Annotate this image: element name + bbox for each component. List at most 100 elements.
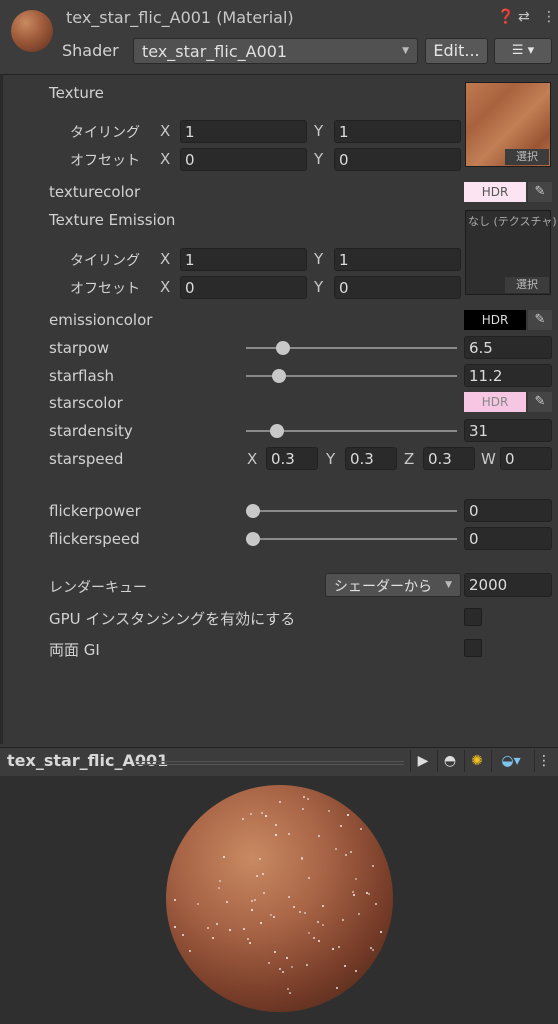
flickerpower-slider-track[interactable] <box>246 510 457 512</box>
sparkle <box>274 951 277 954</box>
sparkle <box>242 928 245 931</box>
tiling-y-axis: Y <box>314 122 324 140</box>
starpow-field[interactable]: 6.5 <box>464 336 552 359</box>
sparkle <box>260 811 263 814</box>
sparkle <box>342 919 345 922</box>
sparkle <box>368 892 371 895</box>
sparkle <box>251 900 254 903</box>
texturecolor-label: texturecolor <box>49 183 141 201</box>
emission-offset-y-field[interactable]: 0 <box>334 276 461 299</box>
sparkle <box>371 865 374 868</box>
shader-dropdown[interactable]: tex_star_flic_A001 ▼ <box>133 38 418 64</box>
eyedropper-icon[interactable]: ✎ <box>528 310 552 330</box>
starscolor-swatch[interactable]: HDR <box>464 392 526 412</box>
starspeed-w-axis: W <box>481 450 496 468</box>
scrollbar[interactable] <box>0 74 3 744</box>
skybox-sphere-icon[interactable]: ◒▾ <box>491 750 530 772</box>
flickerpower-label: flickerpower <box>49 502 141 520</box>
edit-shader-button[interactable]: Edit... <box>425 38 488 64</box>
double-sided-gi-checkbox[interactable] <box>464 639 482 657</box>
stardensity-field[interactable]: 31 <box>464 419 552 442</box>
sparkle <box>268 962 271 965</box>
sparkle <box>347 813 350 816</box>
starspeed-x-field[interactable]: 0.3 <box>266 447 318 470</box>
sparkle <box>354 969 357 972</box>
sparkle <box>226 900 229 903</box>
stardensity-slider-knob[interactable] <box>269 424 284 438</box>
starflash-slider-knob[interactable] <box>271 369 286 383</box>
kebab-icon[interactable]: ⋮ <box>534 750 553 772</box>
starscolor-label: starscolor <box>49 394 123 412</box>
sparkle <box>317 920 320 923</box>
list-menu-icon[interactable]: ☰ ▾ <box>494 38 552 64</box>
starspeed-w-field[interactable]: 0 <box>500 447 552 470</box>
emission-offset-x-field[interactable]: 0 <box>180 276 307 299</box>
starflash-label: starflash <box>49 367 115 385</box>
preview-drag-handle[interactable] <box>134 759 404 765</box>
starspeed-y-field[interactable]: 0.3 <box>345 447 397 470</box>
gpu-instancing-checkbox[interactable] <box>464 608 482 626</box>
sparkle <box>272 915 275 918</box>
emission-tiling-label: タイリング <box>70 253 140 269</box>
sparkle <box>262 892 265 895</box>
sparkle <box>174 898 177 901</box>
sparkle <box>371 948 374 951</box>
sparkle <box>302 808 305 811</box>
sparkle <box>229 929 232 932</box>
flickerspeed-field[interactable]: 0 <box>464 527 552 550</box>
starpow-slider-knob[interactable] <box>275 341 290 355</box>
offset-y-field[interactable]: 0 <box>334 148 461 171</box>
flickerpower-field[interactable]: 0 <box>464 499 552 522</box>
texturecolor-swatch[interactable]: HDR <box>464 182 526 202</box>
render-queue-dropdown[interactable]: シェーダーから ▼ <box>325 573 461 597</box>
sparkle <box>196 902 199 905</box>
offset-x-field[interactable]: 0 <box>180 148 307 171</box>
flickerspeed-slider-knob[interactable] <box>246 532 260 546</box>
flickerpower-slider-knob[interactable] <box>246 504 260 518</box>
sparkle <box>332 948 335 951</box>
sparkle <box>275 823 278 826</box>
sparkle <box>317 940 320 943</box>
emission-none-text: なし (テクスチャ) <box>468 215 557 228</box>
sparkle <box>258 857 261 860</box>
emission-select-button[interactable]: 選択 <box>505 277 549 293</box>
texture-slot[interactable]: 選択 <box>465 82 551 167</box>
emissioncolor-swatch[interactable]: HDR <box>464 310 526 330</box>
sparkle <box>292 905 295 908</box>
starspeed-z-field[interactable]: 0.3 <box>423 447 475 470</box>
starspeed-z-axis: Z <box>404 450 415 468</box>
lights-icon[interactable]: ✺ <box>464 750 489 772</box>
sparkle <box>339 824 342 827</box>
sparkle <box>253 898 256 901</box>
emission-tiling-x-axis: X <box>160 250 171 268</box>
sparkle <box>355 878 358 881</box>
tiling-x-field[interactable]: 1 <box>180 120 307 143</box>
sparkle <box>262 872 265 875</box>
emission-tiling-y-field[interactable]: 1 <box>334 248 461 271</box>
sparkle <box>288 833 291 836</box>
kebab-icon[interactable]: ⋮ <box>542 9 556 25</box>
sparkle <box>270 913 273 916</box>
eyedropper-icon[interactable]: ✎ <box>528 182 552 202</box>
sparkle <box>259 921 262 924</box>
material-preview-sphere[interactable] <box>166 785 393 1012</box>
emission-offset-y-axis: Y <box>314 278 324 296</box>
texture-select-button[interactable]: 選択 <box>505 149 549 165</box>
mesh-sphere-icon[interactable]: ◓ <box>437 750 462 772</box>
offset-y-axis: Y <box>314 150 324 168</box>
sparkle <box>290 965 293 968</box>
emission-texture-slot[interactable]: なし (テクスチャ) 選択 <box>465 210 557 295</box>
help-icon[interactable]: ❓ <box>497 9 514 25</box>
sparkle <box>174 925 177 928</box>
render-queue-label: レンダーキュー <box>49 580 147 596</box>
play-icon[interactable]: ▶ <box>410 750 435 772</box>
eyedropper-icon[interactable]: ✎ <box>528 392 552 412</box>
sparkle <box>188 949 191 952</box>
emission-tiling-x-field[interactable]: 1 <box>180 248 307 271</box>
starspeed-x-axis: X <box>247 450 258 468</box>
flickerspeed-slider-track[interactable] <box>246 538 457 540</box>
sliders-icon[interactable]: ⇄ <box>518 9 530 25</box>
starflash-field[interactable]: 11.2 <box>464 364 552 387</box>
tiling-y-field[interactable]: 1 <box>334 120 461 143</box>
render-queue-field[interactable]: 2000 <box>464 573 552 597</box>
